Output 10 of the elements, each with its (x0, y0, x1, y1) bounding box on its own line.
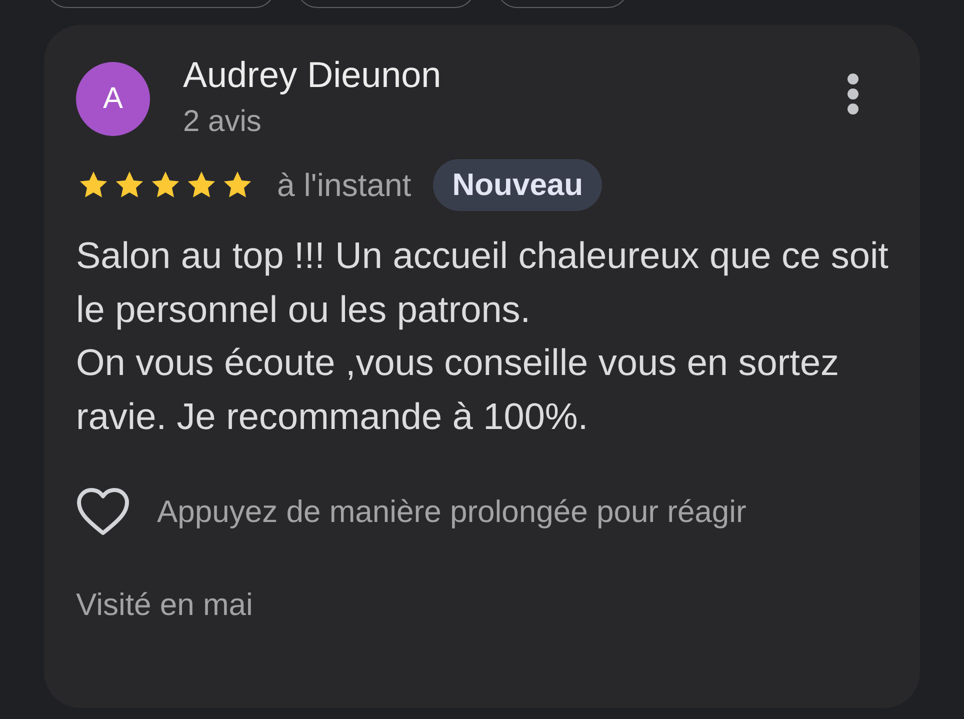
reaction-hint: Appuyez de manière prolongée pour réagir (157, 494, 746, 530)
new-badge: Nouveau (433, 159, 602, 211)
avatar: A (76, 62, 150, 136)
reviewer-name[interactable]: Audrey Dieunon (183, 55, 846, 95)
review-time: à l'instant (277, 166, 412, 204)
visit-date: Visité en mai (76, 587, 254, 623)
review-count: 2 avis (183, 105, 262, 139)
heart-icon[interactable] (76, 487, 130, 537)
more-options-button[interactable] (846, 73, 860, 115)
review-text: Salon au top !!! Un accueil chaleureux que ce soit le personnel ou les patrons. On vous écoute ,vous conseille vous en sortez ravie. Je recommande à 100%. (76, 234, 890, 438)
